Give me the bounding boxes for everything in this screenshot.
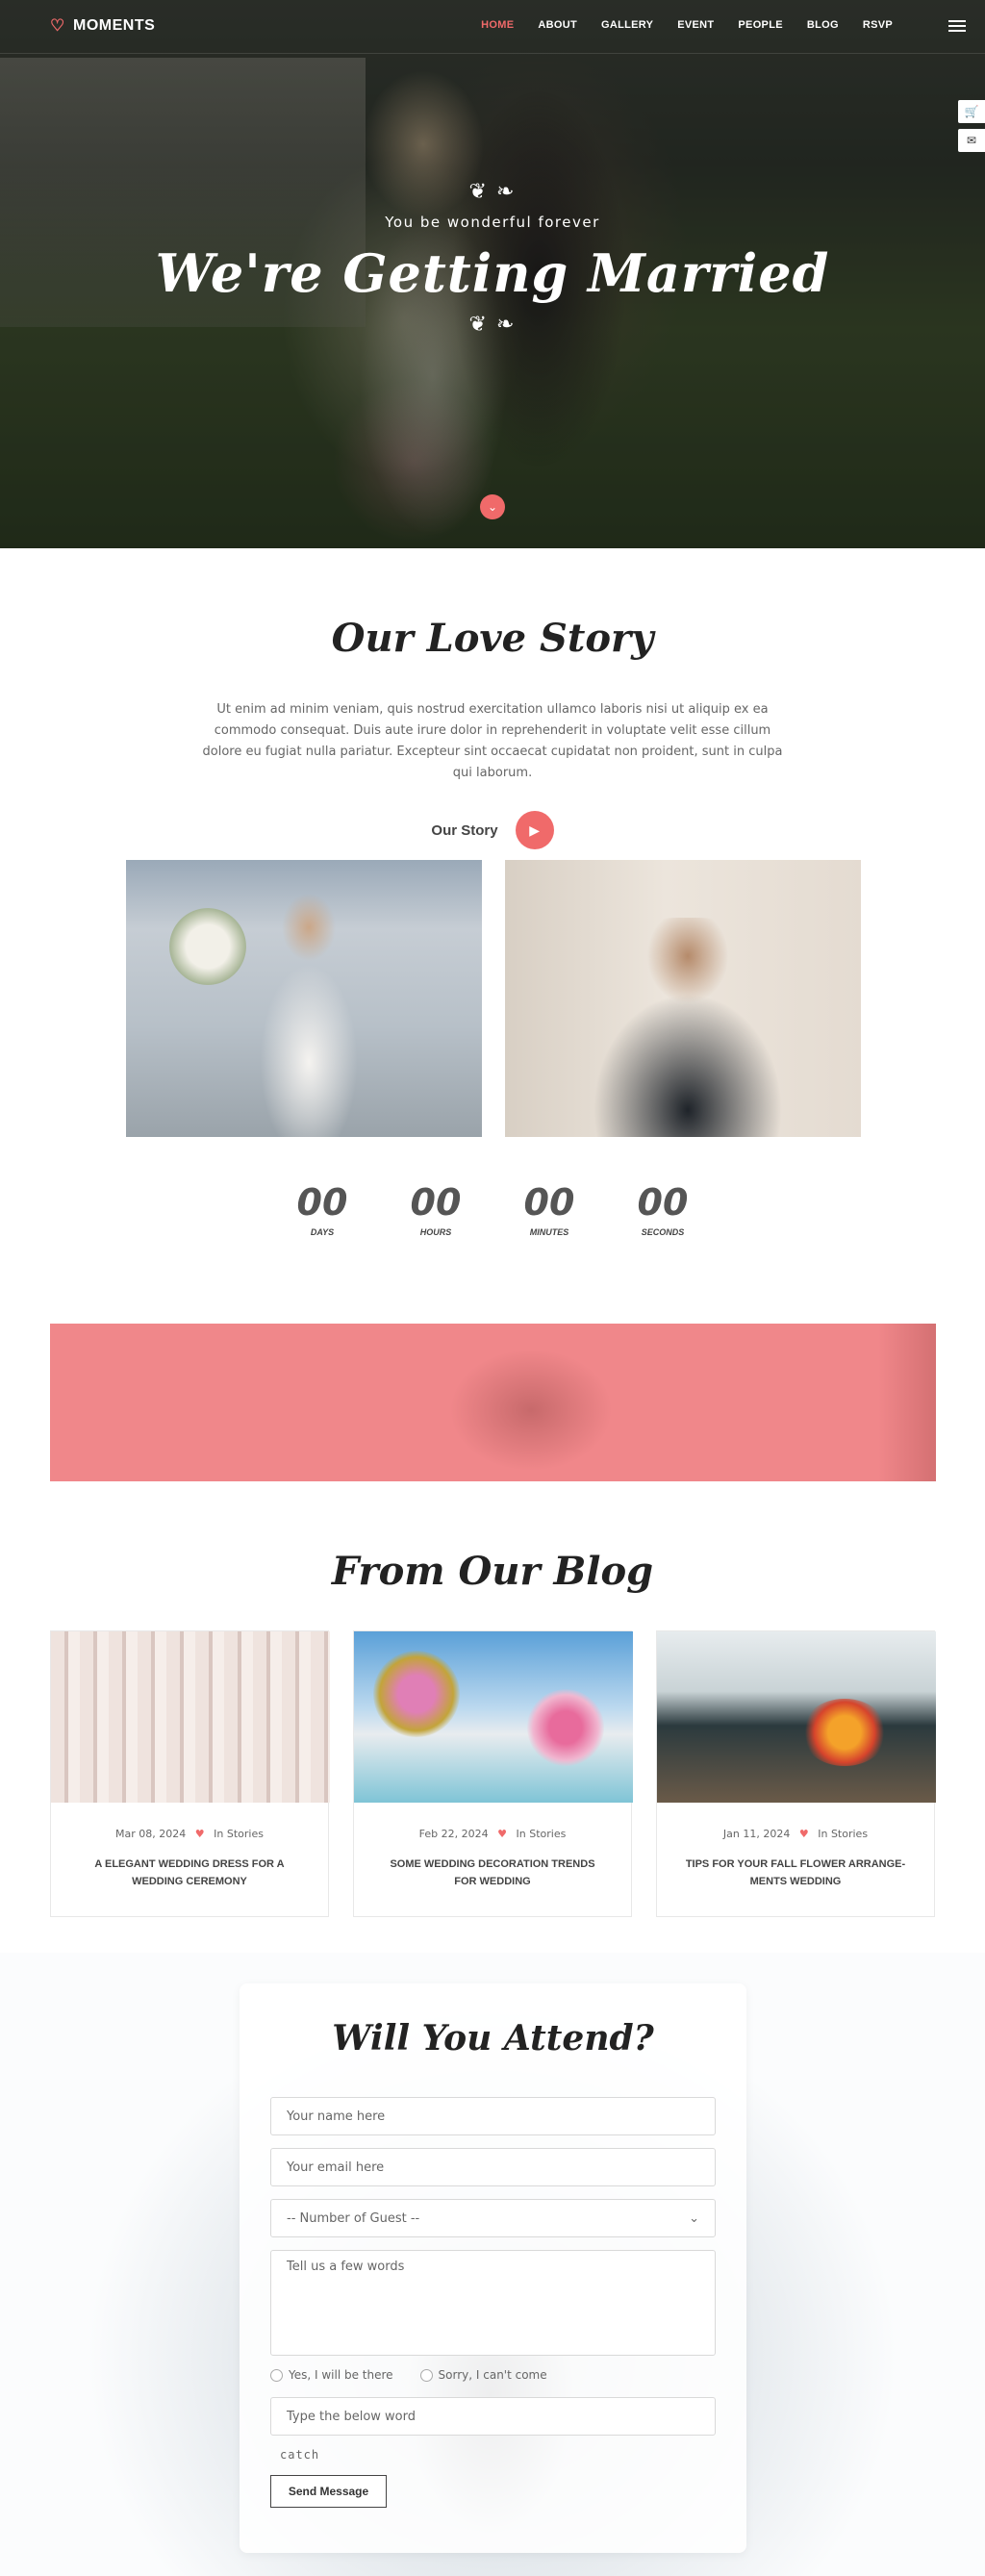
- heart-logo-icon: ♡: [50, 16, 65, 35]
- radio-circle-icon[interactable]: [419, 2368, 433, 2382]
- message-textarea[interactable]: Tell us a few words: [270, 2250, 716, 2356]
- play-icon: ▶: [529, 822, 540, 838]
- hamburger-menu-icon[interactable]: [948, 20, 966, 32]
- email-input[interactable]: Your email here: [270, 2148, 716, 2186]
- countdown-label: MINUTES: [529, 1227, 569, 1237]
- blog-date: Jan 11, 2024: [722, 1828, 791, 1840]
- rsvp-title: Will You Attend?: [332, 2018, 654, 2058]
- blog-meta: Jan 11, 2024 ♥ In Stories: [657, 1828, 934, 1840]
- hero-section: ♡ MOMENTS HOME ABOUT GALLERY EVENT PEOPL…: [0, 0, 985, 548]
- blog-card[interactable]: Feb 22, 2024 ♥ In Stories SOME WEDDING D…: [353, 1630, 633, 1917]
- blog-image-decoration[interactable]: [354, 1631, 633, 1803]
- hero-subtitle: You be wonderful forever: [385, 214, 600, 231]
- bride-photo: [126, 860, 482, 1137]
- blog-post-title[interactable]: TIPS FOR YOUR FALL FLOWER ARRANGE-MENTS …: [685, 1856, 906, 1890]
- scroll-down-button[interactable]: ⌄: [480, 494, 505, 519]
- story-label: Our Story: [431, 821, 498, 839]
- radio-yes-label: Yes, I will be there: [289, 2368, 393, 2382]
- heart-icon: ♥: [798, 1828, 809, 1840]
- blog-title: From Our Blog: [331, 1549, 654, 1594]
- blog-image-flowers[interactable]: [657, 1631, 936, 1803]
- send-message-button[interactable]: Send Message: [270, 2475, 387, 2508]
- rsvp-form-card: Will You Attend? Your name here Your ema…: [240, 1983, 746, 2553]
- radio-no-label: Sorry, I can't come: [438, 2368, 547, 2382]
- ornament-bottom-icon: ❦ ❧: [468, 312, 517, 336]
- blog-meta: Feb 22, 2024 ♥ In Stories: [354, 1828, 631, 1840]
- countdown-hours: 00 HOURS: [408, 1181, 464, 1237]
- countdown-minutes: 00 MINUTES: [521, 1181, 577, 1237]
- side-toolbar: 🛒 ✉: [958, 100, 985, 152]
- countdown-timer: 00 DAYS 00 HOURS 00 MINUTES 00 SECONDS: [0, 1181, 985, 1237]
- radio-attending[interactable]: Yes, I will be there: [270, 2368, 393, 2382]
- heart-icon: ♥: [194, 1828, 205, 1840]
- hero-content: ❦ ❧ You be wonderful forever We're Getti…: [0, 179, 985, 337]
- nav-item-home[interactable]: HOME: [481, 19, 514, 31]
- chevron-down-icon: ⌄: [689, 2210, 699, 2226]
- radio-not-attending[interactable]: Sorry, I can't come: [419, 2368, 547, 2382]
- hero-title: We're Getting Married: [155, 242, 830, 304]
- blog-card[interactable]: Jan 11, 2024 ♥ In Stories TIPS FOR YOUR …: [656, 1630, 936, 1917]
- blog-post-title[interactable]: SOME WEDDING DECORATION TRENDS FOR WEDDI…: [382, 1856, 603, 1890]
- countdown-value: 00: [523, 1181, 575, 1224]
- play-video-button[interactable]: ▶: [515, 811, 554, 849]
- love-story-text: Ut enim ad minim veniam, quis nostrud ex…: [202, 702, 783, 780]
- countdown-value: 00: [637, 1181, 689, 1224]
- blog-image-wedding-dress[interactable]: [51, 1631, 330, 1803]
- countdown-value: 00: [410, 1181, 462, 1224]
- brand-name: MOMENTS: [73, 17, 156, 34]
- ornament-top-icon: ❦ ❧: [468, 179, 517, 203]
- blog-card[interactable]: Mar 08, 2024 ♥ In Stories A ELEGANT WEDD…: [50, 1630, 330, 1917]
- captcha-word: catch: [280, 2448, 320, 2462]
- story-video-row: Our Story ▶: [0, 811, 985, 849]
- nav-item-event[interactable]: EVENT: [677, 19, 714, 31]
- cart-icon[interactable]: 🛒: [958, 100, 985, 123]
- blog-category[interactable]: In Stories: [818, 1828, 868, 1840]
- blog-section: From Our Blog: [0, 1549, 985, 1594]
- heart-icon: ♥: [497, 1828, 507, 1840]
- groom-photo: [505, 860, 861, 1137]
- blog-category[interactable]: In Stories: [214, 1828, 264, 1840]
- love-story-title: Our Love Story: [331, 616, 654, 661]
- guest-count-select[interactable]: -- Number of Guest -- ⌄: [270, 2199, 716, 2237]
- nav-item-blog[interactable]: BLOG: [807, 19, 839, 31]
- couple-banner: [50, 1324, 936, 1481]
- blog-posts: Mar 08, 2024 ♥ In Stories A ELEGANT WEDD…: [50, 1630, 936, 1917]
- countdown-value: 00: [296, 1181, 348, 1224]
- attendance-options: Yes, I will be there Sorry, I can't come: [270, 2368, 716, 2382]
- blog-date: Feb 22, 2024: [418, 1828, 489, 1840]
- mail-icon[interactable]: ✉: [958, 129, 985, 152]
- top-navigation: ♡ MOMENTS HOME ABOUT GALLERY EVENT PEOPL…: [0, 0, 985, 54]
- captcha-input[interactable]: Type the below word: [270, 2397, 716, 2436]
- couple-photos: [126, 860, 861, 1137]
- nav-item-rsvp[interactable]: RSVP: [863, 19, 893, 31]
- nav-item-about[interactable]: ABOUT: [538, 19, 577, 31]
- blog-post-title[interactable]: A ELEGANT WEDDING DRESS FOR A WEDDING CE…: [79, 1856, 300, 1890]
- countdown-label: SECONDS: [641, 1227, 685, 1237]
- nav-item-people[interactable]: PEOPLE: [738, 19, 782, 31]
- countdown-days: 00 DAYS: [294, 1181, 350, 1237]
- countdown-seconds: 00 SECONDS: [635, 1181, 691, 1237]
- chevron-down-icon: ⌄: [487, 500, 498, 514]
- main-menu: HOME ABOUT GALLERY EVENT PEOPLE BLOG RSV…: [457, 19, 893, 31]
- blog-meta: Mar 08, 2024 ♥ In Stories: [51, 1828, 328, 1840]
- blog-category[interactable]: In Stories: [517, 1828, 567, 1840]
- love-story-section: Our Love Story Ut enim ad minim veniam, …: [0, 616, 985, 849]
- countdown-label: HOURS: [419, 1227, 452, 1237]
- brand-logo[interactable]: ♡ MOMENTS: [50, 17, 155, 35]
- name-input[interactable]: Your name here: [270, 2097, 716, 2135]
- blog-date: Mar 08, 2024: [115, 1828, 187, 1840]
- rsvp-form: Your name here Your email here -- Number…: [270, 2097, 716, 2508]
- radio-circle-icon[interactable]: [270, 2368, 283, 2382]
- guest-count-value: -- Number of Guest --: [287, 2210, 420, 2226]
- countdown-label: DAYS: [310, 1227, 335, 1237]
- nav-item-gallery[interactable]: GALLERY: [601, 19, 653, 31]
